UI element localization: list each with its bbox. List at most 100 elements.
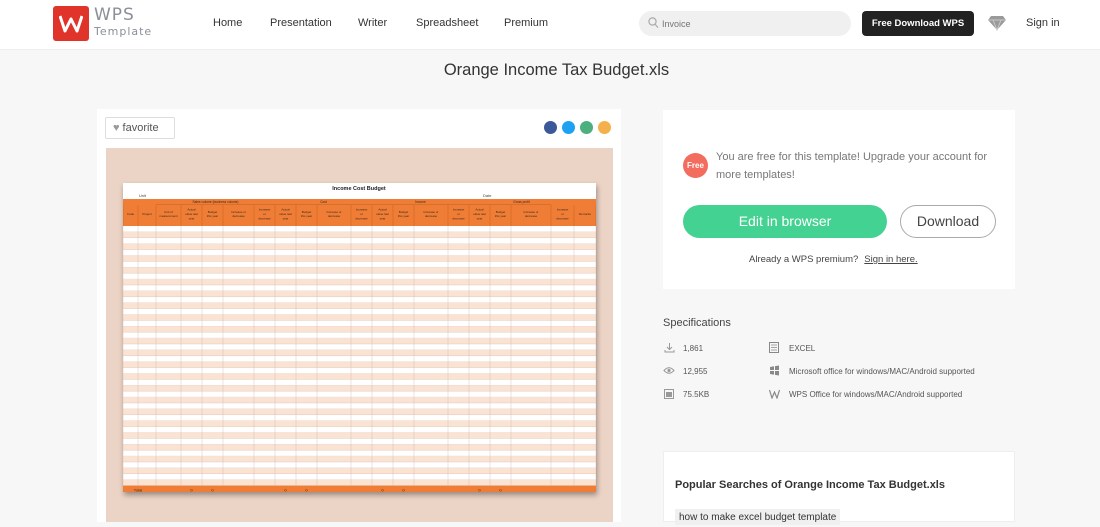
email-icon[interactable] (580, 121, 593, 134)
sheet-column-header: year (283, 216, 289, 220)
wps-office-icon (769, 389, 780, 399)
sheet-total-label: Total (134, 488, 143, 492)
sheet-column-header: Increase or (326, 210, 341, 214)
sheet-row-stripe (123, 243, 596, 250)
sheet-column-header: or (457, 212, 460, 216)
popular-searches-title: Popular Searches of Orange Income Tax Bu… (675, 479, 945, 491)
top-header: WPS Template Home Presentation Writer Sp… (0, 0, 1100, 50)
view-count: 12,955 (683, 367, 708, 376)
nav-writer[interactable]: Writer (358, 17, 387, 29)
nav-premium[interactable]: Premium (504, 17, 548, 29)
sheet-column-header: decrease (525, 214, 538, 218)
edit-in-browser-button[interactable]: Edit in browser (683, 205, 887, 238)
file-size-icon (664, 389, 674, 399)
sheet-unit-label: Unit (139, 193, 147, 198)
sheet-column-header: Budget (302, 210, 312, 214)
favorite-label: favorite (122, 122, 159, 134)
file-size: 75.5KB (683, 390, 710, 399)
sheet-column-header: decrease (425, 214, 438, 218)
free-download-button[interactable]: Free Download WPS (862, 11, 974, 36)
sheet-column-header: Increase (557, 208, 569, 212)
sheet-column-header: Remarks (579, 212, 592, 216)
sheet-column-header: Increase (453, 208, 465, 212)
sheet-column-header: Actual (187, 208, 196, 212)
twitter-icon[interactable] (562, 121, 575, 134)
brand-subtitle: Template (94, 25, 153, 38)
excel-format-icon (769, 342, 779, 353)
free-message: You are free for this template! Upgrade … (716, 151, 988, 181)
nav-presentation[interactable]: Presentation (270, 17, 332, 29)
sheet-row-stripe (123, 432, 596, 439)
facebook-icon[interactable] (544, 121, 557, 134)
sheet-column-header: or (263, 212, 266, 216)
sheet-row-stripe (123, 456, 596, 462)
search-icon (648, 17, 659, 28)
sheet-column-header: year (477, 216, 483, 220)
spreadsheet-thumbnail: Income Cost Budget Unit Date Sales volume (… (123, 183, 596, 492)
sheet-column-header: measurement (159, 214, 178, 218)
sheet-column-header: Actual (475, 208, 484, 212)
brand-name: WPS (94, 5, 135, 25)
spreadsheet-image: Income Cost Budget Unit Date Sales volume (… (123, 186, 596, 492)
sheet-title: Income Cost Budget (332, 186, 386, 192)
download-count: 1,861 (683, 344, 704, 353)
sheet-row-stripe (123, 408, 596, 415)
sheet-total-band (123, 485, 596, 492)
sheet-column-header: Increase or (231, 210, 246, 214)
sheet-column-header: or (360, 212, 363, 216)
wps-w-icon (59, 15, 83, 33)
sheet-column-header: year (189, 216, 195, 220)
sheet-column-header: this year (207, 214, 218, 218)
template-preview[interactable]: Income Cost Budget Unit Date Sales volume (… (106, 148, 613, 522)
already-premium-text: Already a WPS premium? (749, 254, 859, 265)
premium-diamond-icon[interactable] (987, 15, 1007, 31)
sheet-column-header: value last (376, 212, 389, 216)
search-input[interactable] (662, 14, 842, 33)
link-icon[interactable] (598, 121, 611, 134)
sheet-date-label: Date (483, 193, 492, 198)
sheet-column-header: Increase or (423, 210, 438, 214)
sheet-column-header: decrease (355, 216, 368, 220)
sheet-row-stripe (123, 385, 596, 392)
sheet-column-header: Unit of (164, 210, 173, 214)
popular-search-tag[interactable]: how to make excel budget template (675, 509, 841, 525)
download-button[interactable]: Download (900, 205, 996, 238)
download-icon (664, 343, 675, 353)
nav-spreadsheet[interactable]: Spreadsheet (416, 17, 478, 29)
sheet-column-header: decrease (258, 216, 271, 220)
sheet-column-header: Budget (399, 210, 409, 214)
sign-in-here-link[interactable]: Sign in here. (864, 254, 917, 265)
sheet-row-stripe (123, 397, 596, 403)
sheet-column-header: Increase (356, 208, 368, 212)
sheet-column-header: this year (398, 214, 409, 218)
sheet-column-header: year (380, 216, 386, 220)
wps-support: WPS Office for windows/MAC/Android suppo… (789, 390, 963, 399)
sheet-column-header: Budget (208, 210, 218, 214)
sheet-row-stripe (123, 444, 596, 451)
wps-logo[interactable] (53, 6, 89, 41)
favorite-button[interactable]: ♥ favorite (105, 117, 175, 139)
sheet-group-header: Cost (320, 200, 327, 204)
search-box[interactable] (639, 11, 851, 36)
sheet-row-stripe (123, 326, 596, 333)
brand-text[interactable]: WPS Template (94, 5, 153, 38)
sheet-column-header: decrease (232, 214, 245, 218)
sheet-column-header: Budget (496, 210, 506, 214)
sign-in-link[interactable]: Sign in (1026, 17, 1060, 29)
sheet-column-header: Actual (378, 208, 387, 212)
sheet-column-header: this year (301, 214, 312, 218)
free-badge: Free (683, 153, 708, 178)
sheet-row-stripe (123, 267, 596, 274)
sheet-group-header: Sales volume (business volume) (193, 200, 239, 204)
premium-signin-line: Already a WPS premium? Sign in here. (749, 254, 918, 265)
sheet-row-stripe (123, 373, 596, 380)
sheet-row-stripe (123, 314, 596, 321)
sheet-row-stripe (123, 302, 596, 309)
sheet-column-header: or (561, 212, 564, 216)
nav-home[interactable]: Home (213, 17, 242, 29)
sheet-column-header: Project (142, 212, 152, 216)
sheet-row-stripe (123, 255, 596, 262)
sheet-row-stripe (123, 420, 596, 427)
sheet-column-header: Code (127, 212, 135, 216)
sheet-column-header: Actual (281, 208, 290, 212)
